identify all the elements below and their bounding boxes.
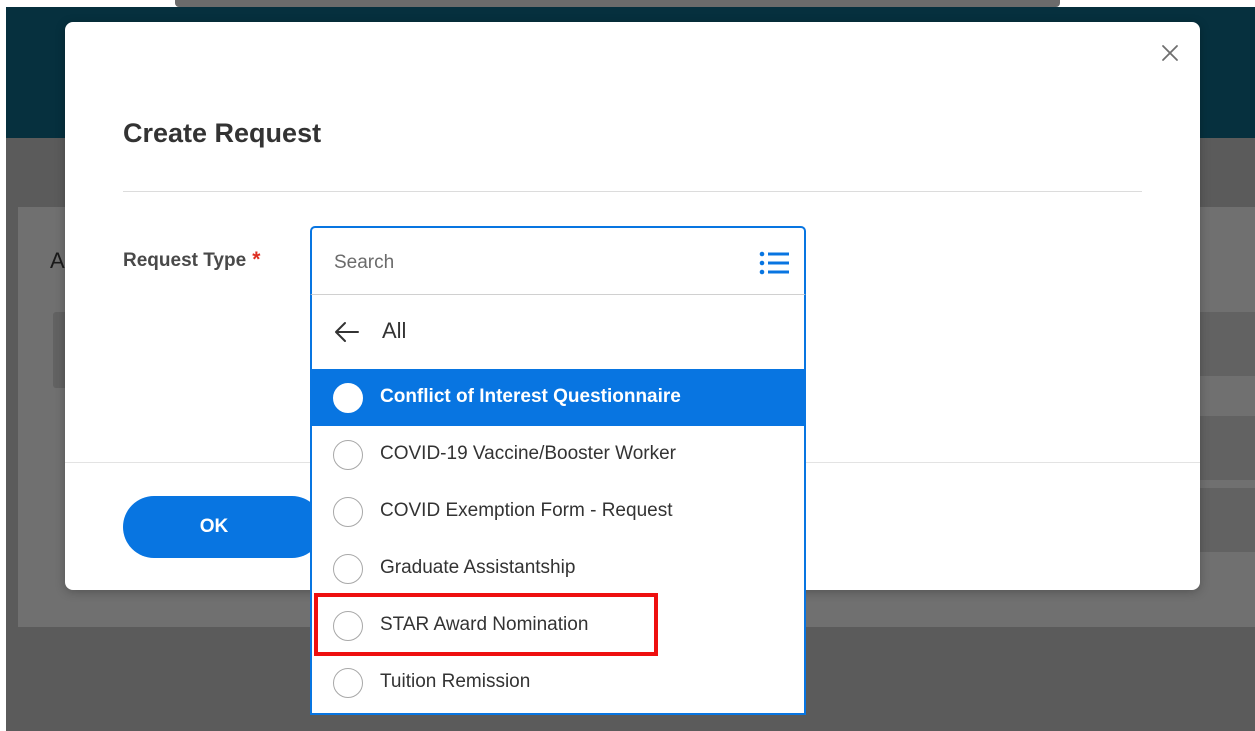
list-icon[interactable] <box>759 250 791 276</box>
option-label: STAR Award Nomination <box>380 614 589 635</box>
back-to-all-button[interactable]: All <box>312 295 804 369</box>
option-tuition-remission[interactable]: Tuition Remission <box>312 654 804 711</box>
option-label: COVID Exemption Form - Request <box>380 500 673 521</box>
close-icon <box>1162 45 1178 61</box>
close-button[interactable] <box>1157 40 1183 66</box>
left-edge <box>0 0 6 731</box>
search-input[interactable] <box>334 248 734 278</box>
radio-button[interactable] <box>333 554 363 584</box>
background-card-heading: A <box>50 248 65 273</box>
arrow-left-icon <box>335 322 359 342</box>
option-covid-19-vaccine-booster-worker[interactable]: COVID-19 Vaccine/Booster Worker <box>312 426 804 483</box>
top-strip-shape <box>175 0 1060 7</box>
request-type-label: Request Type * <box>123 248 260 272</box>
request-type-prompt: All Conflict of Interest Questionnaire C… <box>310 226 806 715</box>
radio-button[interactable] <box>333 383 363 413</box>
radio-button[interactable] <box>333 668 363 698</box>
title-divider <box>123 191 1142 192</box>
modal-title: Create Request <box>123 118 322 148</box>
option-label: COVID-19 Vaccine/Booster Worker <box>380 443 677 464</box>
radio-button[interactable] <box>333 611 363 641</box>
radio-button[interactable] <box>333 440 363 470</box>
option-label: Tuition Remission <box>380 671 531 692</box>
option-label: Conflict of Interest Questionnaire <box>380 386 681 407</box>
back-label: All <box>382 318 407 343</box>
top-strip <box>0 0 1255 7</box>
request-type-label-text: Request Type <box>123 250 247 271</box>
option-label: Graduate Assistantship <box>380 557 576 578</box>
ok-button[interactable]: OK <box>123 496 323 558</box>
search-box[interactable] <box>310 226 806 296</box>
option-graduate-assistantship[interactable]: Graduate Assistantship <box>312 540 804 597</box>
request-type-dropdown: All Conflict of Interest Questionnaire C… <box>310 294 806 715</box>
option-covid-exemption-form-request[interactable]: COVID Exemption Form - Request <box>312 483 804 540</box>
option-conflict-of-interest-questionnaire[interactable]: Conflict of Interest Questionnaire <box>312 369 804 426</box>
radio-button[interactable] <box>333 497 363 527</box>
required-asterisk: * <box>252 248 261 271</box>
option-star-award-nomination[interactable]: STAR Award Nomination <box>312 597 804 654</box>
